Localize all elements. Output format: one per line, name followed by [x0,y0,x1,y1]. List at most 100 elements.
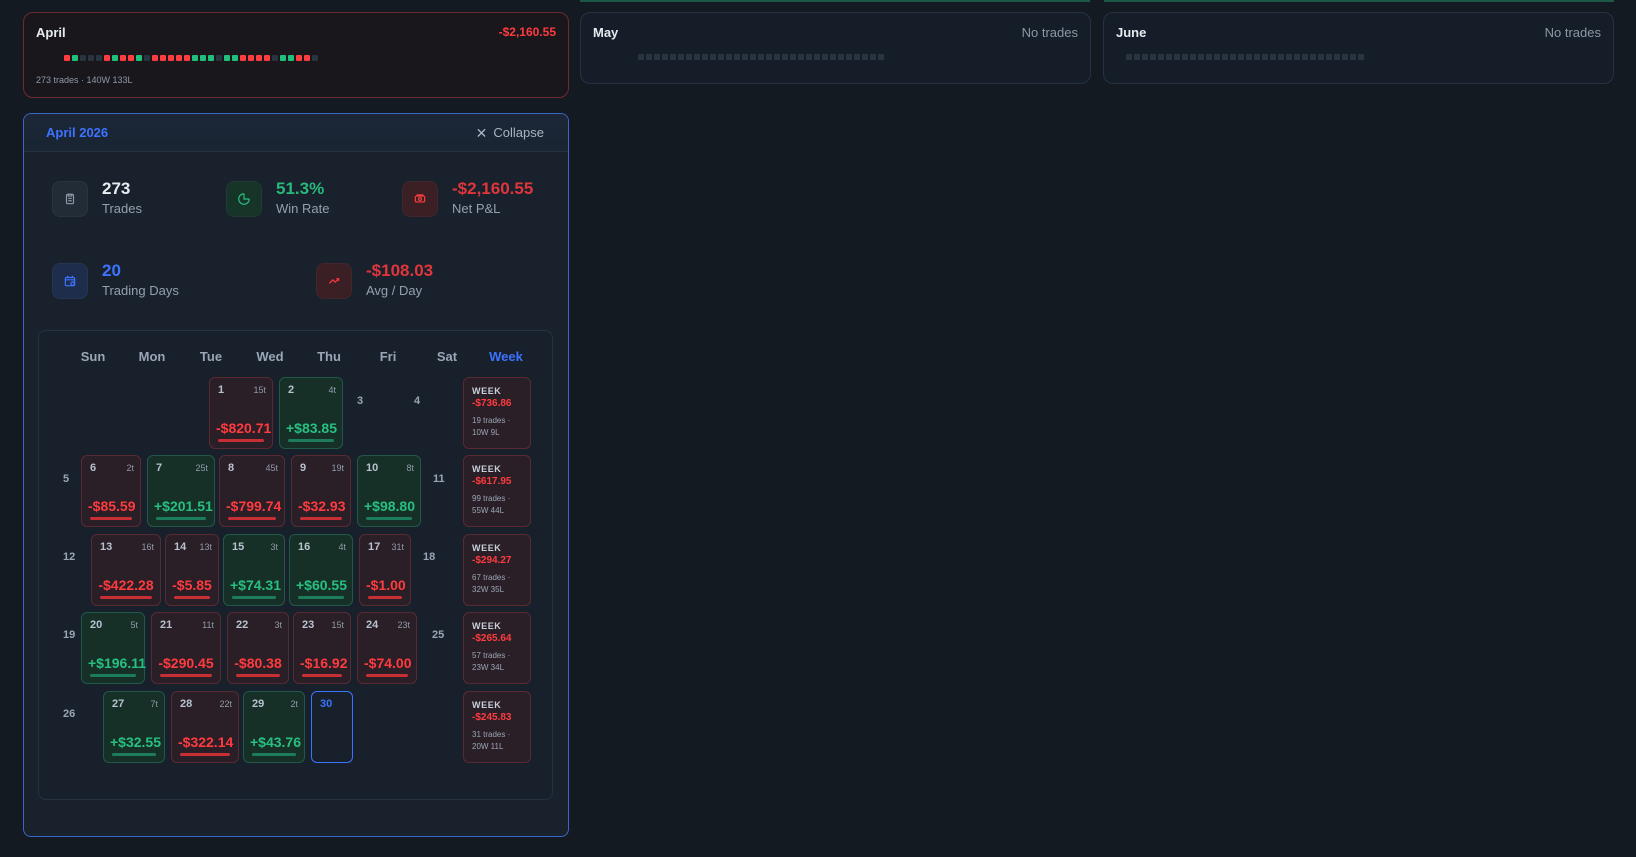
day-trade-count: 3t [274,620,282,630]
day-pnl: -$322.14 [178,734,234,750]
calendar-day-17[interactable]: 17 31t -$1.00 [359,534,411,606]
day-number: 27 [112,698,125,710]
calendar-day-28[interactable]: 28 22t -$322.14 [171,691,239,763]
week-summary-3[interactable]: WEEK -$294.27 67 trades · 32W 35L [463,534,531,606]
day-trade-count: 11t [202,620,214,630]
calendar-day-6[interactable]: 6 2t -$85.59 [81,455,141,527]
day-square [248,55,254,61]
month-card-april[interactable]: April -$2,160.55 273 trades · 140W 133L [23,12,569,98]
day-trade-count: 22t [219,699,232,709]
calendar-day-24[interactable]: 24 23t -$74.00 [357,612,417,684]
stat-label: Avg / Day [366,282,423,298]
day-square [1318,54,1324,60]
day-trade-count: 25t [195,463,208,473]
day-square [1142,54,1148,60]
calendar-day-27[interactable]: 27 7t +$32.55 [103,691,165,763]
week-summary-4[interactable]: WEEK -$265.64 57 trades · 23W 34L [463,612,531,684]
day-square [1126,54,1132,60]
week-meta: 99 trades · 55W 44L [472,493,522,516]
stat-label: Trading Days [102,282,179,298]
collapse-label: Collapse [493,125,544,140]
trending-up-icon [316,263,352,300]
week-trades: 31 trades · [472,730,511,739]
day-square [814,54,820,60]
day-square [1150,54,1156,60]
calendar-day-21[interactable]: 21 11t -$290.45 [151,612,221,684]
week-summary-1[interactable]: WEEK -$736.86 19 trades · 10W 9L [463,377,531,449]
day-square [128,55,134,61]
day-square [662,54,668,60]
day-pnl-bar [156,517,206,520]
stat-label: Win Rate [276,200,330,216]
day-number: 22 [236,619,249,631]
day-square [1350,54,1356,60]
calendar-day-7[interactable]: 7 25t +$201.51 [147,455,215,527]
day-pnl-bar [112,753,156,756]
month-card-june[interactable]: June No trades [1103,12,1614,84]
week-trades: 19 trades · [472,416,511,425]
day-trade-count: 4t [328,385,336,395]
week-summary-5[interactable]: WEEK -$245.83 31 trades · 20W 11L [463,691,531,763]
day-trade-count: 45t [265,463,278,473]
day-square [1326,54,1332,60]
day-square [144,55,150,61]
month-calendar: Sun Mon Tue Wed Thu Fri Sat Week 3 4 5 1… [38,330,553,800]
calendar-day-15[interactable]: 15 3t +$74.31 [223,534,285,606]
collapse-button[interactable]: ✕ Collapse [476,125,544,140]
day-trade-count: 19t [331,463,344,473]
day-square [296,55,302,61]
day-pnl: +$196.11 [88,655,147,671]
stat-win-rate: 51.3% Win Rate [226,180,329,218]
calendar-day-20[interactable]: 20 5t +$196.11 [81,612,147,684]
week-label: WEEK [472,543,502,553]
day-square [862,54,868,60]
calendar-day-2[interactable]: 2 4t +$83.85 [279,377,343,449]
day-square [1206,54,1212,60]
day-square [272,55,278,61]
expanded-header: April 2026 ✕ Collapse [24,114,568,152]
day-square [96,55,102,61]
day-pnl: -$422.28 [98,577,154,593]
month-net-pnl: -$2,160.55 [498,25,556,39]
day-square [1286,54,1292,60]
day-pnl-bar [218,439,264,442]
day-square [1342,54,1348,60]
day-number: 4 [414,395,421,407]
month-status: No trades [1021,25,1078,40]
calendar-day-13[interactable]: 13 16t -$422.28 [91,534,161,606]
day-square [710,54,716,60]
week-label: WEEK [472,700,502,710]
day-square [192,55,198,61]
day-square [1294,54,1300,60]
day-trade-count: 7t [150,699,158,709]
week-label: WEEK [472,464,502,474]
day-square [120,55,126,61]
calendar-day-10[interactable]: 10 8t +$98.80 [357,455,421,527]
stat-label: Trades [102,200,142,216]
calendar-day-14[interactable]: 14 13t -$5.85 [165,534,219,606]
day-square [758,54,764,60]
day-number: 26 [63,708,76,720]
day-square [1198,54,1204,60]
calendar-day-22[interactable]: 22 3t -$80.38 [227,612,289,684]
day-pnl: -$820.71 [216,420,272,436]
calendar-day-9[interactable]: 9 19t -$32.93 [291,455,351,527]
month-card-may[interactable]: May No trades [580,12,1091,84]
stat-avg-day: -$108.03 Avg / Day [316,262,433,300]
money-icon [402,181,438,218]
calendar-day-29[interactable]: 29 2t +$43.76 [243,691,305,763]
expanded-title: April 2026 [46,125,109,140]
week-pnl: -$245.83 [472,712,512,723]
calendar-day-1[interactable]: 1 15t -$820.71 [209,377,273,449]
calendar-day-8[interactable]: 8 45t -$799.74 [219,455,285,527]
month-title: June [1116,25,1147,40]
calendar-day-16[interactable]: 16 4t +$60.55 [289,534,353,606]
calendar-day-today[interactable]: 30 [311,691,353,763]
day-trade-count: 16t [141,542,154,552]
day-pnl-bar [252,753,296,756]
dow-sun: Sun [80,349,106,364]
day-square [1334,54,1340,60]
week-summary-2[interactable]: WEEK -$617.95 99 trades · 55W 44L [463,455,531,527]
day-square [1230,54,1236,60]
calendar-day-23[interactable]: 23 15t -$16.92 [293,612,351,684]
